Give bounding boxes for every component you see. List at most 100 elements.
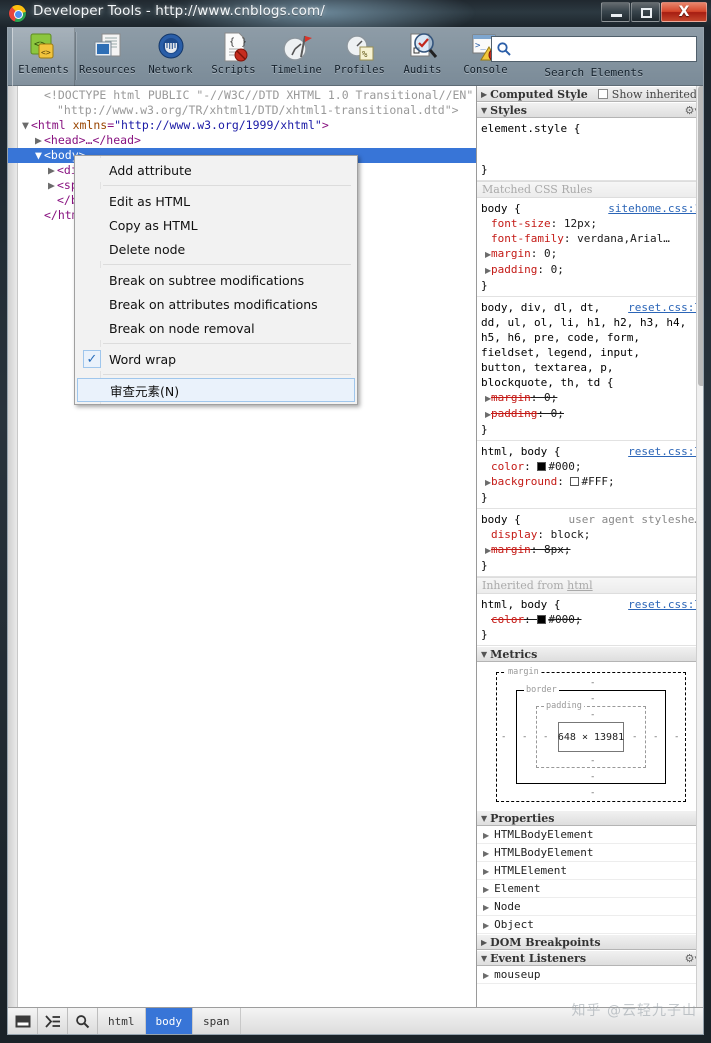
css-declaration[interactable]: font-size: 12px; — [477, 216, 703, 231]
panel-tab-elements[interactable]: <><>Elements — [12, 28, 75, 86]
css-declaration[interactable]: display: block; — [477, 527, 703, 542]
sidebar-scrollbar-thumb[interactable] — [698, 86, 703, 386]
css-selector[interactable]: html, body {reset.css:7 — [477, 597, 703, 612]
context-menu-item-0[interactable]: Add attribute — [75, 158, 357, 182]
property-item[interactable]: ▶ Object — [477, 916, 703, 934]
box-margin-top-value[interactable]: - — [590, 678, 595, 688]
context-menu-item-8[interactable]: 审查元素(N) — [77, 378, 355, 402]
panel-tab-profiles[interactable]: % Profiles — [328, 28, 391, 86]
css-rule[interactable]: html, body {reset.css:7 color: #000;} — [477, 594, 703, 646]
css-property[interactable]: margin — [491, 390, 531, 405]
box-padding-bottom-value[interactable]: - — [590, 756, 595, 766]
panel-tab-network[interactable]: Network — [139, 28, 202, 86]
maximize-button[interactable] — [631, 2, 660, 22]
breadcrumb[interactable]: html body span — [98, 1008, 241, 1034]
css-property[interactable]: margin — [491, 542, 531, 557]
property-item[interactable]: ▶ HTMLElement — [477, 862, 703, 880]
css-declaration[interactable]: ▶padding: 0; — [477, 262, 703, 278]
minimize-button[interactable] — [601, 2, 630, 22]
event-listener-item[interactable]: ▶ mouseup — [477, 966, 703, 984]
declaration-disclosure-icon[interactable]: ▶ — [481, 475, 491, 490]
disclosure-triangle-icon[interactable] — [35, 208, 44, 223]
css-selector[interactable]: button, textarea, p, — [477, 360, 703, 375]
box-content[interactable]: 648 × 13981 — [558, 722, 624, 752]
disclosure-triangle-icon[interactable] — [48, 103, 57, 118]
box-padding-left-value[interactable]: - — [543, 732, 548, 742]
context-menu-item-3[interactable]: Delete node — [75, 237, 357, 261]
css-rule[interactable]: body, div, dl, dt, reset.css:7 dd, ul, ol,… — [477, 297, 703, 441]
chevron-right-icon[interactable]: ▶ — [483, 831, 489, 840]
close-button[interactable]: X — [661, 2, 707, 22]
box-border-right-value[interactable]: - — [653, 732, 658, 742]
disclosure-triangle-icon[interactable] — [35, 88, 44, 103]
css-rule[interactable]: html, body {reset.css:7 color: #000; ▶back… — [477, 441, 703, 509]
css-selector[interactable]: fieldset, legend, input, — [477, 345, 703, 360]
css-source-link[interactable]: reset.css:7 — [628, 444, 701, 459]
css-property[interactable]: color — [491, 612, 524, 627]
chevron-right-icon[interactable]: ▶ — [483, 971, 489, 980]
dom-node[interactable]: ▶ <head>…</head> — [35, 133, 141, 148]
panel-tab-timeline[interactable]: Timeline — [265, 28, 328, 86]
event-listeners-list[interactable]: ▶ mouseup — [477, 966, 703, 984]
context-menu-item-6[interactable]: Break on node removal — [75, 316, 357, 340]
disclosure-triangle-icon[interactable]: ▶ — [35, 133, 44, 148]
css-value[interactable]: : 12px; — [551, 217, 597, 230]
css-declaration[interactable]: color: #000; — [477, 612, 703, 627]
css-selector[interactable]: blockquote, th, td { — [477, 375, 703, 390]
disclosure-triangle-icon[interactable] — [48, 193, 57, 208]
box-border-top-value[interactable]: - — [590, 694, 595, 704]
css-declaration[interactable]: ▶background: #FFF; — [477, 474, 703, 490]
disclosure-triangle-icon[interactable]: ▼ — [35, 148, 44, 163]
matched-rules-list[interactable]: body {sitehome.css:1 font-size: 12px; font… — [477, 198, 703, 577]
css-source-link[interactable]: reset.css:7 — [628, 300, 701, 315]
dock-console-button[interactable] — [8, 1008, 38, 1034]
disclosure-triangle-icon[interactable]: ▶ — [48, 163, 57, 178]
css-declaration[interactable]: font-family: verdana,Arial… — [477, 231, 703, 246]
dom-node[interactable]: ▼ <html xmlns="http://www.w3.org/1999/xht… — [22, 118, 329, 133]
css-value[interactable]: : 8px; — [531, 543, 571, 556]
box-margin-right-value[interactable]: - — [674, 732, 679, 742]
dom-node[interactable]: <!DOCTYPE html PUBLIC "-//W3C//DTD XHTML… — [35, 88, 473, 103]
css-value[interactable]: : 0; — [531, 247, 558, 260]
inherited-rules-list[interactable]: html, body {reset.css:7 color: #000;} — [477, 594, 703, 646]
property-item[interactable]: ▶ HTMLBodyElement — [477, 844, 703, 862]
context-menu-items[interactable]: Add attribute Edit as HTML Copy as HTML Del… — [75, 158, 357, 402]
css-property[interactable]: background — [491, 474, 557, 489]
box-border-bottom-value[interactable]: - — [590, 772, 595, 782]
css-declaration[interactable]: ▶margin: 8px; — [477, 542, 703, 558]
declaration-disclosure-icon[interactable]: ▶ — [481, 407, 491, 422]
sidebar-scrollbar[interactable] — [696, 86, 703, 1009]
box-margin-bottom-value[interactable]: - — [590, 788, 595, 798]
css-value[interactable]: : #000; — [524, 613, 581, 626]
property-item[interactable]: ▶ HTMLBodyElement — [477, 826, 703, 844]
element-style-rule[interactable]: element.style { } — [477, 118, 703, 181]
inherited-from-source[interactable]: html — [567, 579, 592, 592]
css-value[interactable]: : #FFF; — [557, 475, 614, 488]
chevron-right-icon[interactable]: ▶ — [483, 867, 489, 876]
computed-style-header[interactable]: ▶ Computed Style Show inherited — [477, 86, 703, 102]
css-declaration[interactable]: ▶margin: 0; — [477, 246, 703, 262]
dom-breakpoints-header[interactable]: ▶ DOM Breakpoints — [477, 934, 703, 950]
css-value[interactable]: : 0; — [537, 263, 564, 276]
css-selector[interactable]: dd, ul, ol, li, h1, h2, h3, h4, — [477, 315, 703, 330]
styles-header[interactable]: ▼ Styles ⚙▾ — [477, 102, 703, 118]
chevron-right-icon[interactable]: ▶ — [483, 921, 489, 930]
search-input[interactable] — [512, 39, 688, 59]
box-border-left-value[interactable]: - — [522, 732, 527, 742]
css-value[interactable]: : #000; — [524, 460, 581, 473]
css-property[interactable]: font-size — [491, 216, 551, 231]
color-swatch[interactable] — [537, 462, 547, 471]
search-box[interactable] — [491, 36, 697, 62]
disclosure-triangle-icon[interactable]: ▼ — [22, 118, 31, 133]
context-menu-item-7[interactable]: ✓ Word wrap — [75, 347, 357, 371]
panel-tab-scripts[interactable]: { } Scripts — [202, 28, 265, 86]
color-swatch[interactable] — [570, 477, 580, 486]
metrics-header[interactable]: ▼ Metrics — [477, 646, 703, 662]
box-padding-right-value[interactable]: - — [632, 732, 637, 742]
declaration-disclosure-icon[interactable]: ▶ — [481, 543, 491, 558]
chevron-right-icon[interactable]: ▶ — [483, 849, 489, 858]
chevron-right-icon[interactable]: ▶ — [483, 885, 489, 894]
dom-node[interactable]: "http://www.w3.org/TR/xhtml1/DTD/xhtml1-… — [48, 103, 459, 118]
property-item[interactable]: ▶ Element — [477, 880, 703, 898]
css-property[interactable]: padding — [491, 262, 537, 277]
